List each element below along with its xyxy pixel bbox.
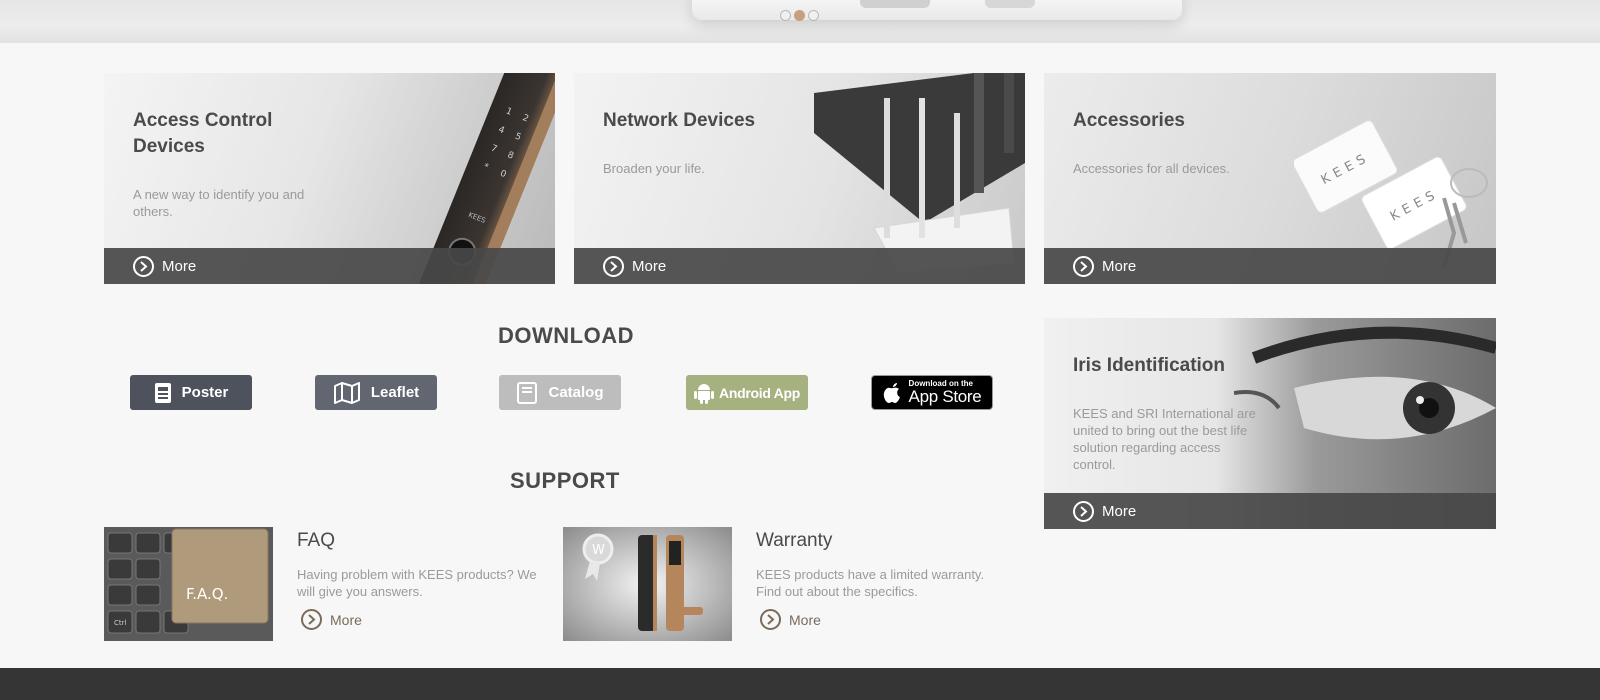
carousel-dots <box>780 10 819 21</box>
android-app-download-button[interactable]: Android App <box>686 375 808 410</box>
footer <box>0 668 1600 700</box>
card-iris-identification[interactable]: Iris Identification KEES and SRI Interna… <box>1044 318 1496 529</box>
banner-product-shape <box>860 0 930 8</box>
warranty-description: KEES products have a limited warranty. F… <box>756 566 1006 600</box>
card-more-bar[interactable]: More <box>1044 493 1496 529</box>
card-title: Access Control Devices <box>133 108 272 160</box>
more-link[interactable]: More <box>162 258 196 275</box>
banner-product-shape <box>985 0 1035 8</box>
card-description-line: A new way to identify you and <box>133 187 305 202</box>
map-fold-icon <box>333 381 360 404</box>
chevron-right-circle-icon <box>133 255 154 277</box>
hero-banner-bottom <box>0 0 1600 43</box>
catalog-download-button[interactable]: Catalog <box>499 375 621 410</box>
card-more-bar[interactable]: More <box>1044 248 1496 284</box>
card-description-line: control. <box>1073 457 1116 472</box>
faq-more-link[interactable]: More <box>301 609 362 630</box>
faq-title[interactable]: FAQ <box>297 530 335 552</box>
android-label: Android App <box>719 384 800 401</box>
android-icon <box>694 383 715 404</box>
svg-text:Ctrl: Ctrl <box>114 619 127 627</box>
download-heading: DOWNLOAD <box>498 323 634 348</box>
card-title: Accessories <box>1073 110 1185 131</box>
poster-label: Poster <box>181 384 229 401</box>
card-title: Iris Identification <box>1073 355 1226 376</box>
svg-text:W: W <box>592 543 605 558</box>
warranty-description-line: Find out about the specifics. <box>756 584 918 599</box>
leaflet-label: Leaflet <box>370 384 420 401</box>
card-more-bar[interactable]: More <box>574 248 1025 284</box>
warranty-description-line: KEES products have a limited warranty. <box>756 567 985 582</box>
card-description: Broaden your life. <box>603 161 705 176</box>
card-title-line: Devices <box>133 136 205 157</box>
more-link[interactable]: More <box>1102 258 1136 275</box>
poster-download-button[interactable]: Poster <box>130 375 252 410</box>
card-accessories[interactable]: KEES KEES Accessories Accessories for al… <box>1044 73 1496 284</box>
card-description-line: united to bring out the best life <box>1073 423 1248 438</box>
support-heading: SUPPORT <box>510 468 620 493</box>
keyboard-illustration: F.A.Q. Ctrl <box>104 527 273 641</box>
svg-text:F.A.Q.: F.A.Q. <box>186 585 228 603</box>
more-link[interactable]: More <box>1102 503 1136 520</box>
catalog-label: Catalog <box>548 384 604 401</box>
card-access-control[interactable]: 12 45 78 * 0 KEES Access Control Devices … <box>104 73 555 284</box>
more-label: More <box>789 611 821 628</box>
chevron-right-circle-icon <box>760 609 781 630</box>
book-icon <box>517 381 538 404</box>
faq-description-line: Having problem with KEES products? We <box>297 567 537 582</box>
card-description-line: others. <box>133 204 173 219</box>
faq-description: Having problem with KEES products? We wi… <box>297 566 547 600</box>
chevron-right-circle-icon <box>1073 255 1094 277</box>
card-description-line: solution regarding access <box>1073 440 1221 455</box>
document-icon <box>154 382 171 403</box>
chevron-right-circle-icon <box>301 609 322 630</box>
app-store-download-button[interactable]: Download on the App Store <box>871 375 993 410</box>
card-description: A new way to identify you and others. <box>133 186 304 220</box>
faq-keyboard-image[interactable]: F.A.Q. Ctrl <box>104 527 273 641</box>
app-store-big-label: App Store <box>908 387 982 406</box>
warranty-illustration: W <box>563 527 732 641</box>
warranty-more-link[interactable]: More <box>760 609 821 630</box>
app-store-text: Download on the App Store <box>909 379 982 406</box>
chevron-right-circle-icon <box>603 255 624 277</box>
carousel-dot-active[interactable] <box>794 10 805 21</box>
apple-logo-icon <box>883 382 900 403</box>
card-title: Network Devices <box>603 110 756 131</box>
more-link[interactable]: More <box>632 258 666 275</box>
card-title-line: Access Control <box>133 110 273 131</box>
carousel-dot[interactable] <box>808 10 819 21</box>
more-label: More <box>330 611 362 628</box>
warranty-image[interactable]: W <box>563 527 732 641</box>
card-more-bar[interactable]: More <box>104 248 555 284</box>
card-network-devices[interactable]: Network Devices Broaden your life. More <box>574 73 1025 284</box>
card-description-line: KEES and SRI International are <box>1073 406 1256 421</box>
card-description: Accessories for all devices. <box>1073 161 1230 176</box>
banner-product-image <box>692 0 1182 20</box>
faq-description-line: will give you answers. <box>297 584 423 599</box>
carousel-dot[interactable] <box>780 10 791 21</box>
warranty-title[interactable]: Warranty <box>756 530 832 552</box>
chevron-right-circle-icon <box>1073 500 1094 522</box>
card-description: KEES and SRI International are united to… <box>1073 405 1256 473</box>
leaflet-download-button[interactable]: Leaflet <box>315 375 437 410</box>
